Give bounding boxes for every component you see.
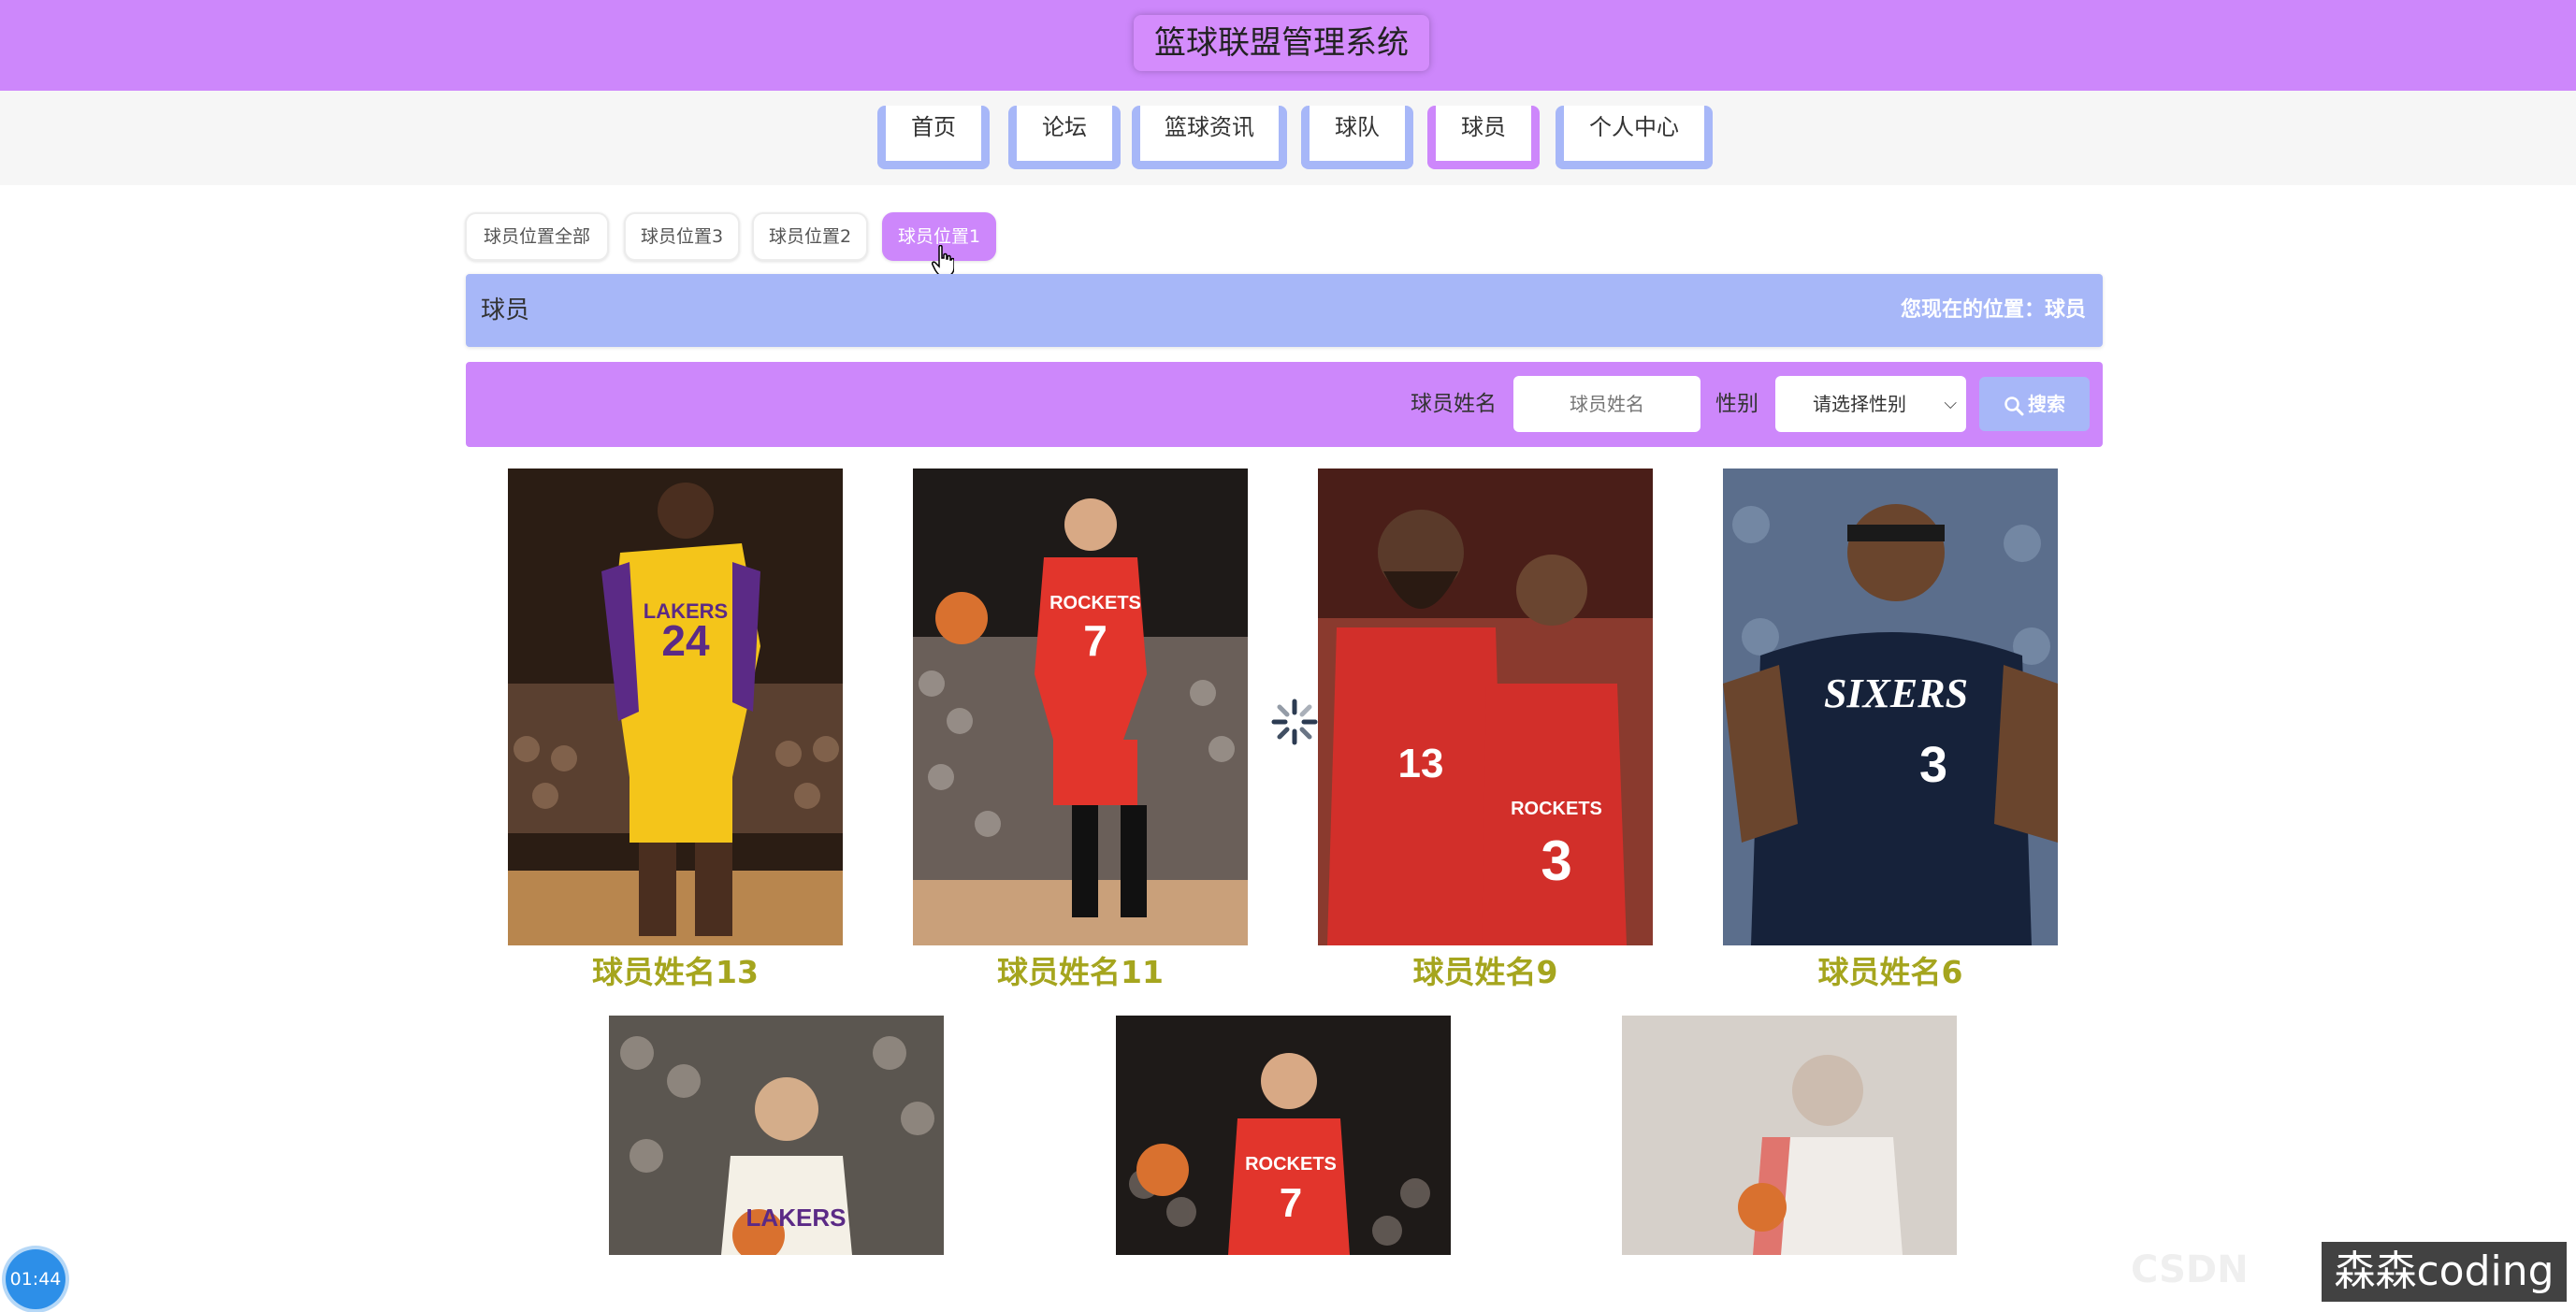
jersey-team: SIXERS	[1824, 670, 1968, 716]
gender-select[interactable]: 请选择性别 ⌵	[1775, 376, 1966, 432]
hand-cursor-icon	[932, 245, 954, 277]
jersey-team: LAKERS	[746, 1204, 847, 1232]
nav-news[interactable]: 篮球资讯	[1132, 106, 1287, 169]
jersey-number: 3	[1919, 737, 1947, 793]
category-all[interactable]: 球员位置全部	[465, 212, 609, 261]
jersey-team: ROCKETS	[1049, 593, 1141, 613]
csdn-watermark: CSDN	[2131, 1248, 2249, 1291]
player-photo[interactable]: LAKERS	[609, 1016, 944, 1255]
search-button-label: 搜索	[2028, 393, 2065, 415]
player-photo[interactable]: ROCKETS 7	[1116, 1016, 1451, 1255]
nav-profile[interactable]: 个人中心	[1556, 106, 1713, 169]
category-position-2[interactable]: 球员位置2	[752, 212, 868, 261]
breadcrumb-band: 球员 您现在的位置：球员	[466, 274, 2103, 347]
player-name[interactable]: 球员姓名11	[913, 947, 1248, 992]
player-photo[interactable]	[1622, 1016, 1957, 1255]
recording-timer-badge: 01:44	[6, 1249, 65, 1309]
jersey-number: 24	[661, 616, 710, 665]
nav-home[interactable]: 首页	[877, 106, 990, 169]
search-button[interactable]: 搜索	[1979, 377, 2090, 431]
player-name-input[interactable]	[1513, 376, 1700, 432]
loading-spinner-icon	[1271, 699, 1318, 745]
jersey-team: ROCKETS	[1245, 1154, 1337, 1175]
main-navigation: 首页 论坛 篮球资讯 球队 球员 个人中心	[0, 91, 2576, 185]
author-watermark: 森森coding	[2322, 1242, 2567, 1302]
gender-label: 性别	[1715, 392, 1758, 416]
player-name[interactable]: 球员姓名6	[1723, 947, 2058, 992]
player-name[interactable]: 球员姓名13	[508, 947, 843, 992]
jersey-number: 7	[1083, 616, 1107, 665]
player-card[interactable]: 13 ROCKETS 3 球员姓名9	[1318, 469, 1653, 992]
player-card[interactable]: LAKERS	[609, 1016, 944, 1255]
breadcrumb: 您现在的位置：球员	[1900, 298, 2086, 322]
player-card[interactable]: SIXERS 3 球员姓名6	[1723, 469, 2058, 992]
svg-text:13: 13	[1398, 741, 1444, 786]
player-photo[interactable]: 13 ROCKETS 3	[1318, 469, 1653, 945]
player-photo[interactable]: SIXERS 3	[1723, 469, 2058, 945]
player-photo[interactable]: ROCKETS 7	[913, 469, 1248, 945]
player-name[interactable]: 球员姓名9	[1318, 947, 1653, 992]
page-title: 球员	[481, 296, 530, 324]
nav-forum[interactable]: 论坛	[1008, 106, 1121, 169]
chevron-down-icon: ⌵	[1944, 394, 1957, 413]
nav-players[interactable]: 球员	[1427, 106, 1540, 169]
player-card[interactable]: ROCKETS 7	[1116, 1016, 1451, 1255]
search-bar: 球员姓名 性别 请选择性别 ⌵ 搜索	[466, 362, 2103, 447]
player-name-label: 球员姓名	[1411, 392, 1497, 416]
top-header: 篮球联盟管理系统	[0, 0, 2576, 91]
gender-select-value: 请选择性别	[1813, 393, 1906, 415]
nav-teams[interactable]: 球队	[1301, 106, 1413, 169]
player-card[interactable]: ROCKETS 7 球员姓名11	[913, 469, 1248, 992]
jersey-team: LAKERS	[644, 599, 728, 623]
search-icon	[2004, 396, 2024, 415]
jersey-team: ROCKETS	[1511, 799, 1602, 819]
player-photo[interactable]: 24 LAKERS	[508, 469, 843, 945]
site-title: 篮球联盟管理系统	[1134, 15, 1429, 71]
jersey-number: 7	[1280, 1180, 1302, 1226]
jersey-number: 3	[1541, 829, 1571, 892]
player-card[interactable]	[1622, 1016, 1957, 1255]
player-card[interactable]: 24 LAKERS 球员姓名13	[508, 469, 843, 992]
category-position-3[interactable]: 球员位置3	[624, 212, 740, 261]
